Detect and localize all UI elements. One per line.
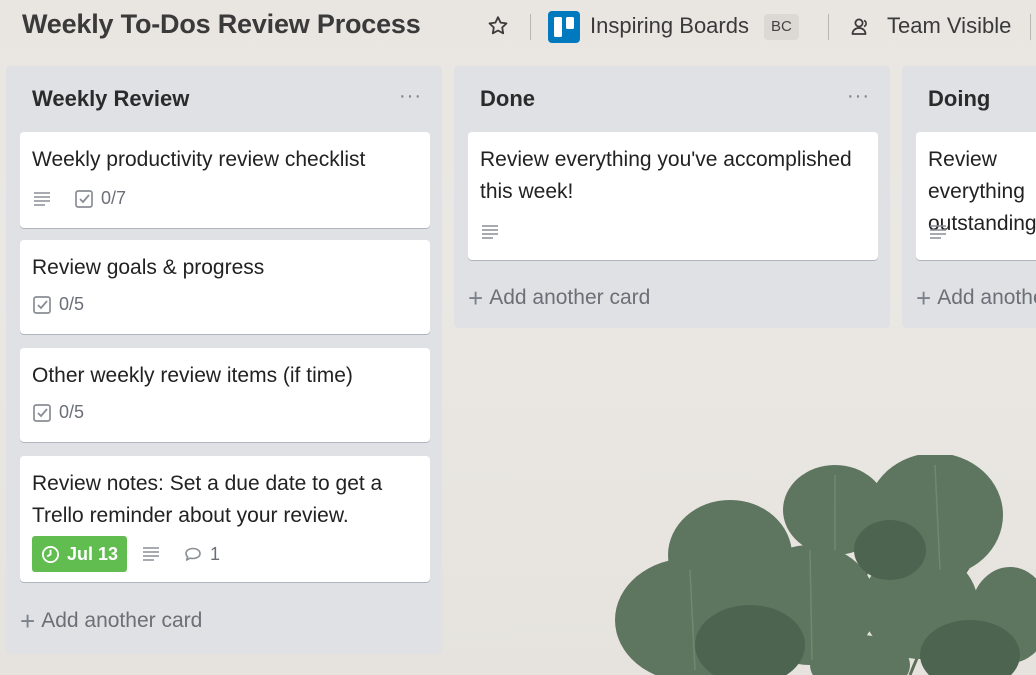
- card[interactable]: Review goals & progress 0/5: [20, 240, 430, 334]
- checklist-icon: [33, 295, 51, 314]
- trello-board-icon[interactable]: [548, 11, 580, 43]
- workspace-name[interactable]: Inspiring Boards: [590, 13, 749, 39]
- list-menu-button[interactable]: ···: [847, 86, 870, 106]
- background-plant-image: [615, 455, 1036, 675]
- card-title: Other weekly review items (if time): [32, 364, 353, 387]
- list-weekly-review: Weekly Review ··· Weekly productivity re…: [6, 66, 442, 654]
- card-title: Review goals & progress: [32, 256, 265, 279]
- card[interactable]: Review notes: Set a due date to get a Tr…: [20, 456, 430, 582]
- description-icon: [34, 191, 50, 206]
- due-date-badge[interactable]: Jul 13: [32, 536, 128, 572]
- card-badges: Jul 13 1: [32, 536, 242, 572]
- plus-icon: +: [916, 283, 932, 313]
- clock-icon: [41, 545, 60, 563]
- add-card-button[interactable]: + Add another card: [468, 283, 651, 313]
- card-badges: 0/5: [32, 402, 106, 423]
- plus-icon: +: [468, 283, 484, 313]
- card-title: Review everything you've accomplished th…: [480, 148, 852, 203]
- plus-icon: +: [20, 606, 36, 636]
- comment-count: 1: [210, 543, 221, 564]
- workspace-badge: BC: [764, 14, 799, 40]
- card[interactable]: Other weekly review items (if time) 0/5: [20, 348, 430, 442]
- card[interactable]: Weekly productivity review checklist 0/7: [20, 132, 430, 228]
- header-divider: [530, 14, 531, 40]
- add-card-label: Add another card: [937, 286, 1036, 309]
- checklist-icon: [75, 189, 93, 208]
- comment-icon: [185, 547, 201, 561]
- add-card-button[interactable]: + Add another card: [20, 606, 203, 636]
- add-card-label: Add another card: [41, 609, 203, 632]
- checklist-icon: [33, 403, 51, 422]
- list-menu-button[interactable]: ···: [399, 86, 422, 106]
- description-icon: [930, 225, 946, 239]
- card-title: Review notes: Set a due date to get a Tr…: [32, 472, 383, 527]
- list-title[interactable]: Doing: [928, 86, 990, 112]
- board-header: Weekly To-Dos Review Process Inspiring B…: [0, 0, 1036, 54]
- card[interactable]: Review everything outstanding: [916, 132, 1036, 260]
- list-doing: Doing Review everything outstanding + Ad…: [902, 66, 1036, 328]
- list-title[interactable]: Done: [480, 86, 535, 112]
- visibility-label: Team Visible: [887, 13, 1012, 38]
- card-badges: 0/7: [32, 188, 148, 209]
- list-title[interactable]: Weekly Review: [32, 86, 189, 112]
- card[interactable]: Review everything you've accomplished th…: [468, 132, 878, 260]
- checklist-count: 0/7: [101, 188, 127, 208]
- checklist-count: 0/5: [59, 294, 85, 314]
- card-badges: [928, 222, 970, 242]
- description-icon: [482, 225, 498, 239]
- due-date: Jul 13: [67, 543, 119, 564]
- list-done: Done ··· Review everything you've accomp…: [454, 66, 890, 328]
- card-badges: 0/5: [32, 294, 106, 315]
- card-badges: [480, 222, 522, 242]
- add-card-button[interactable]: + Add another card: [916, 283, 1036, 313]
- checklist-count: 0/5: [59, 402, 85, 422]
- star-icon[interactable]: [486, 14, 510, 38]
- add-card-label: Add another card: [489, 286, 651, 309]
- card-title: Weekly productivity review checklist: [32, 148, 366, 171]
- header-divider: [1030, 14, 1031, 40]
- board-title[interactable]: Weekly To-Dos Review Process: [22, 9, 421, 40]
- description-icon: [143, 547, 160, 561]
- team-icon: [851, 18, 867, 35]
- header-divider: [828, 14, 829, 40]
